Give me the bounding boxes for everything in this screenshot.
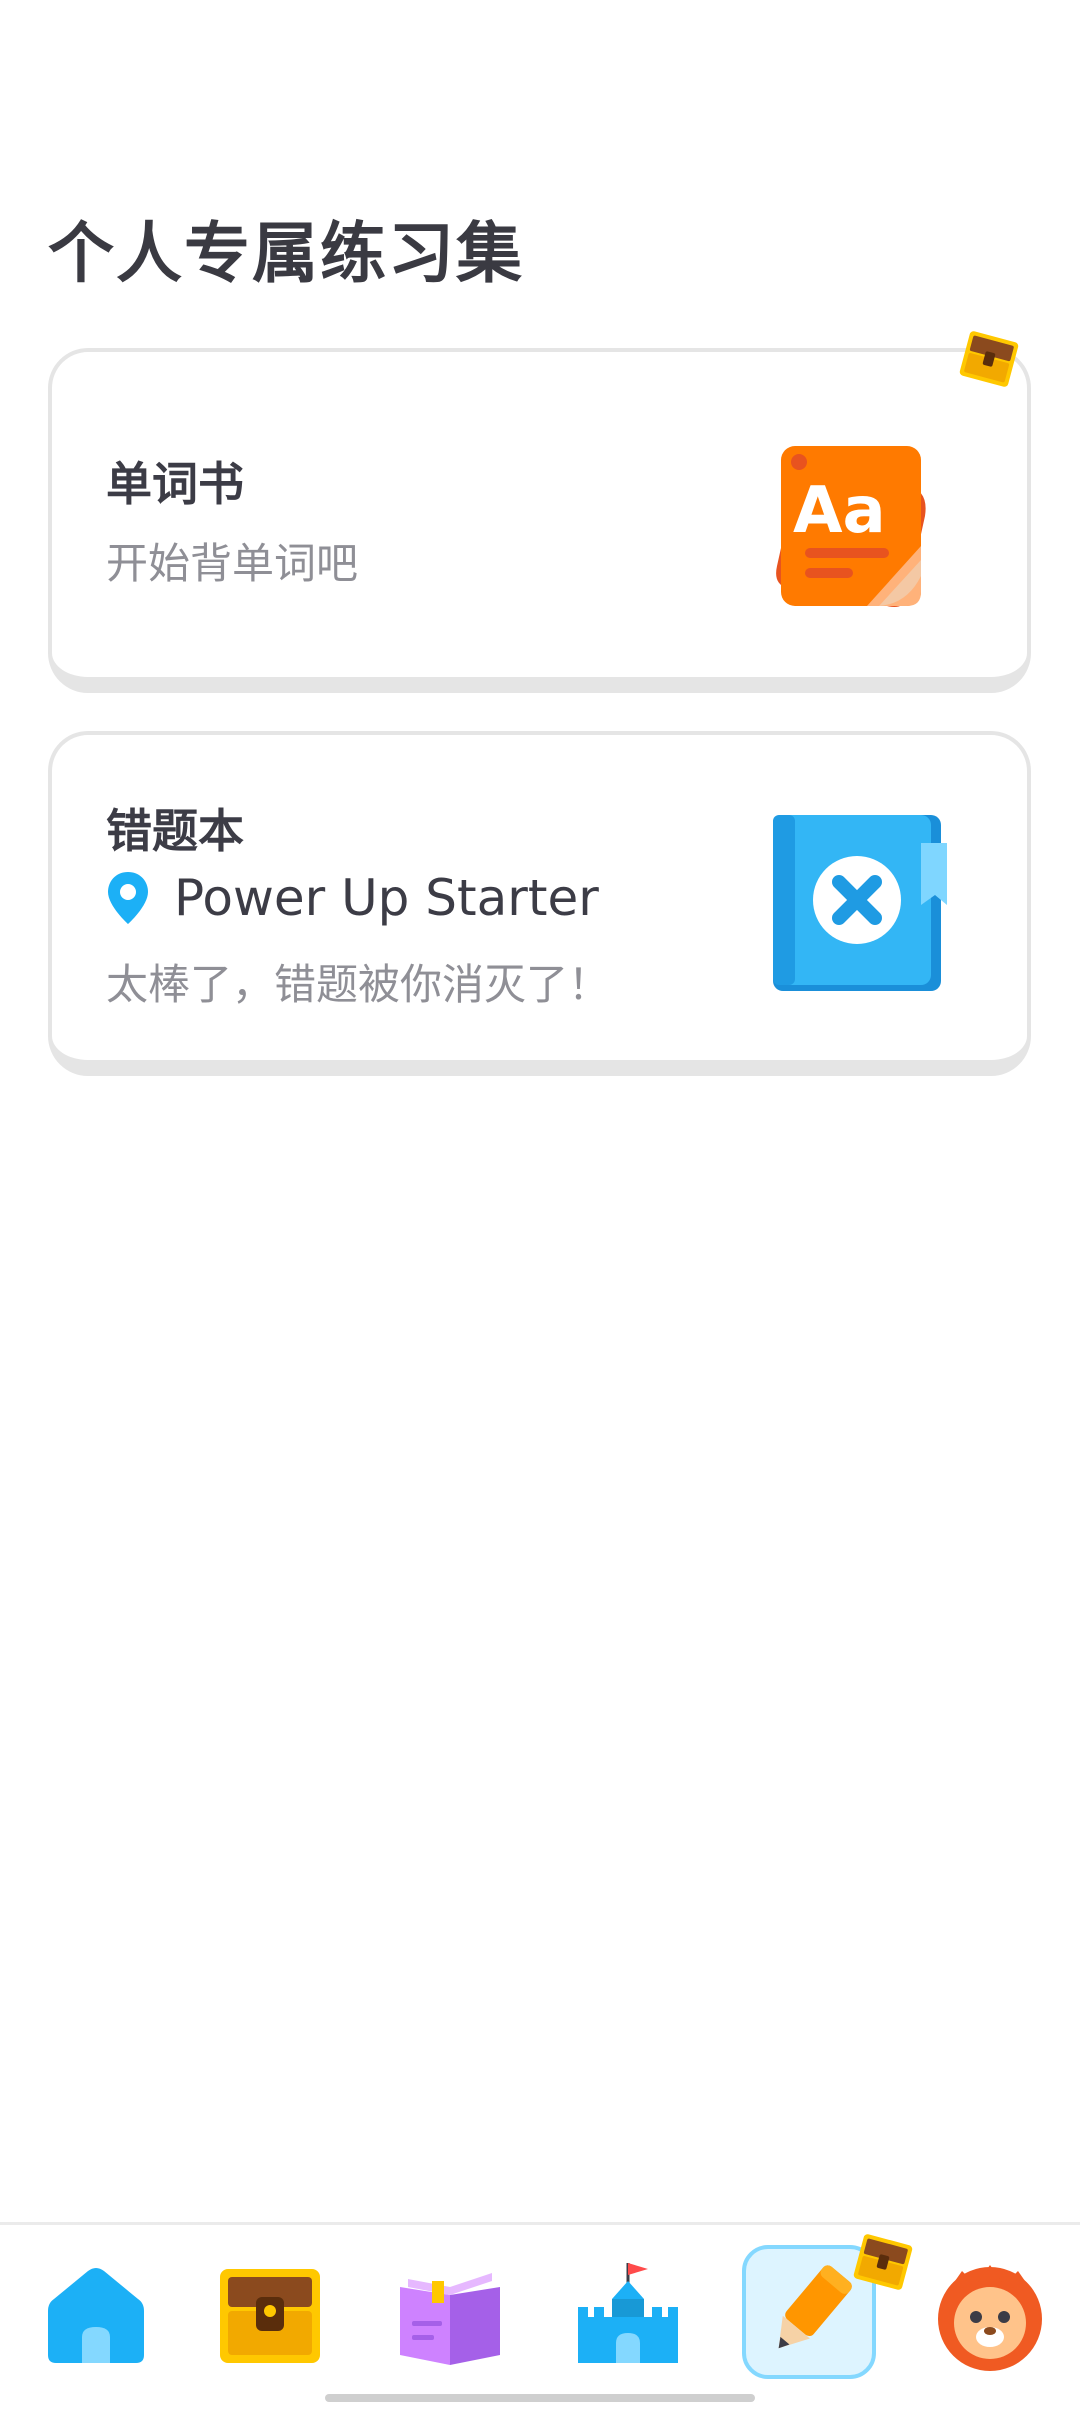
chest-icon[interactable] — [206, 2251, 334, 2379]
chest-icon — [852, 2231, 914, 2293]
wordbook-title: 单词书 — [106, 457, 244, 511]
mistakes-title: 错题本 — [106, 804, 244, 858]
location-text: Power Up Starter — [174, 869, 599, 927]
home-indicator[interactable] — [325, 2394, 755, 2402]
location-row: Power Up Starter — [106, 869, 599, 927]
aa-wordbook-icon: Aa — [757, 426, 947, 616]
wordbook-card[interactable]: 单词书 开始背单词吧 Aa — [48, 348, 1031, 693]
home-icon[interactable] — [32, 2251, 160, 2379]
castle-icon[interactable] — [564, 2251, 692, 2379]
wordbook-subtitle: 开始背单词吧 — [106, 539, 359, 588]
lion-avatar-icon[interactable] — [926, 2251, 1054, 2379]
mistakes-subtitle: 太棒了，错题被你消灭了！ — [106, 960, 611, 1009]
bottom-nav — [0, 2222, 1080, 2411]
chest-icon — [958, 328, 1020, 390]
mistake-notebook-icon — [757, 803, 947, 993]
book-icon[interactable] — [386, 2251, 514, 2379]
map-pin-icon — [108, 872, 148, 924]
svg-text:Aa: Aa — [793, 474, 886, 548]
mistakes-card[interactable]: 错题本 Power Up Starter 太棒了，错题被你消灭了！ — [48, 731, 1031, 1076]
page-title: 个人专属练习集 — [48, 215, 524, 292]
